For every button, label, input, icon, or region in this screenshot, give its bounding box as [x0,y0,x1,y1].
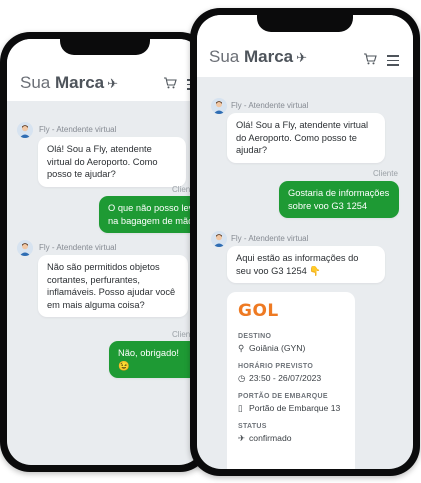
avatar-icon [211,231,227,247]
client-label: Cliente [373,169,398,178]
flight-info-card: GOL DESTINO ⚲ Goiânia (GYN) HORÁRIO PREVI… [227,292,355,469]
plane-icon: ✈ [296,50,308,65]
message-bot: Não são permitidos objetos cortantes, pe… [38,255,188,317]
cart-icon[interactable] [163,77,177,89]
status-value: confirmado [249,433,292,443]
clock-icon: ◷ [238,373,246,383]
plane-icon: ✈ [107,76,119,91]
plane-status-icon: ✈ [238,433,246,443]
status-label: STATUS [238,423,267,430]
gate-row: ▯ Portão de Embarque 13 [238,403,344,414]
destination-value-row: ⚲ Goiânia (GYN) [238,343,344,354]
brand-logo[interactable]: Sua Marca ✈ [209,47,307,67]
airline-logo: GOL [238,301,279,321]
brand-name-bold: Marca [243,47,294,66]
agent-label: Fly - Atendente virtual [39,243,117,252]
message-bot: Olá! Sou a Fly, atendente virtual do Aer… [227,113,385,163]
message-user: Não, obrigado! 😉 [109,341,199,378]
message-bot: Aqui estão as informações do seu voo G3 … [227,246,385,283]
message-bot: Olá! Sou a Fly, atendente virtual do Aer… [38,137,186,187]
phone-front: Sua Marca ✈ Fly - Atendente virtual Olá! … [190,8,420,476]
scheduled-time-value: 23:50 - 26/07/2023 [249,373,322,383]
agent-label: Fly - Atendente virtual [231,234,309,243]
agent-label: Fly - Atendente virtual [39,125,117,134]
avatar-icon [17,240,33,256]
scheduled-time-row: ◷ 23:50 - 26/07/2023 [238,373,344,384]
chat-screen-front: Sua Marca ✈ Fly - Atendente virtual Olá! … [197,15,413,469]
agent-label: Fly - Atendente virtual [231,101,309,110]
brand-name-bold: Marca [54,73,105,92]
brand-name-light: Sua [20,73,51,92]
scheduled-time-label: HORÁRIO PREVISTO [238,363,314,370]
status-row: ✈ confirmado [238,433,344,444]
brand-logo[interactable]: Sua Marca ✈ [20,73,118,93]
chat-screen-back: Sua Marca ✈ Fly - Atendente virtual Olá! … [7,39,203,465]
gate-value: Portão de Embarque 13 [249,403,341,413]
destination-label: DESTINO [238,333,272,340]
message-user: O que não posso levar na bagagem de mão? [99,196,203,233]
gate-icon: ▯ [238,403,243,413]
message-user: Gostaria de informações sobre voo G3 125… [279,181,399,218]
brand-name-light: Sua [209,47,240,66]
avatar-icon [211,98,227,114]
gate-label: PORTÃO DE EMBARQUE [238,393,328,400]
avatar-icon [17,122,33,138]
location-pin-icon: ⚲ [238,343,245,353]
menu-icon[interactable] [387,55,399,66]
phone-notch [257,15,353,32]
phone-back: Sua Marca ✈ Fly - Atendente virtual Olá! … [0,32,210,472]
cart-icon[interactable] [363,53,377,65]
destination-value: Goiânia (GYN) [249,343,306,353]
phone-notch [60,39,150,55]
